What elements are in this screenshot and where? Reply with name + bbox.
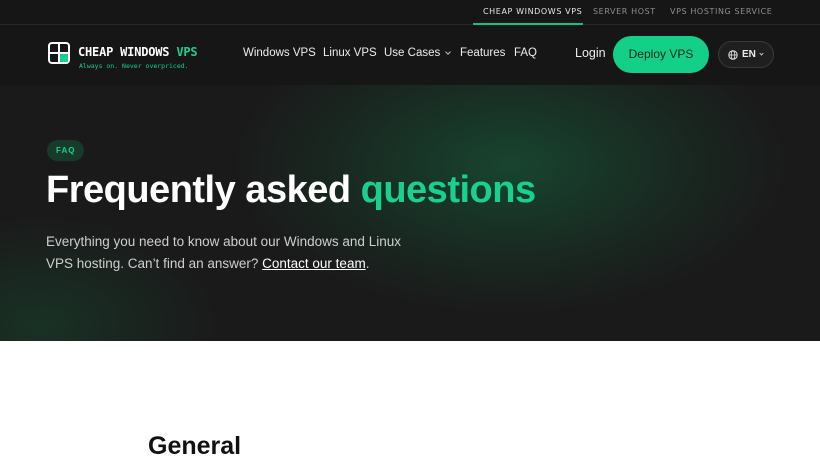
contact-team-link[interactable]: Contact our team bbox=[262, 256, 366, 271]
page-title-accent: questions bbox=[360, 169, 536, 211]
login-link[interactable]: Login bbox=[575, 46, 606, 60]
topbar-link-server-host[interactable]: SERVER HOST bbox=[593, 0, 656, 24]
logo-name-main: CHEAP WINDOWS bbox=[78, 45, 170, 59]
faq-badge: FAQ bbox=[47, 140, 85, 161]
hero-description-end: . bbox=[365, 256, 370, 271]
nav-faq[interactable]: FAQ bbox=[514, 47, 537, 59]
deploy-vps-button[interactable]: Deploy VPS bbox=[613, 36, 709, 73]
nav-use-cases[interactable]: Use Cases bbox=[384, 47, 452, 59]
topbar-link-vps-hosting-service[interactable]: VPS HOSTING SERVICE bbox=[670, 0, 772, 24]
logo-wordmark[interactable]: CHEAP WINDOWS VPS bbox=[78, 45, 198, 59]
hero-description: Everything you need to know about our Wi… bbox=[46, 231, 416, 275]
page-title-main: Frequently asked bbox=[46, 169, 351, 211]
windows-grid-icon[interactable] bbox=[48, 42, 70, 64]
hero-section: FAQ Frequently asked questions Everythin… bbox=[0, 85, 820, 341]
nav-use-cases-label: Use Cases bbox=[384, 47, 441, 59]
chevron-down-icon bbox=[759, 51, 764, 56]
top-utility-bar: CHEAP WINDOWS VPS SERVER HOST VPS HOSTIN… bbox=[0, 0, 820, 25]
language-selector[interactable]: EN bbox=[718, 41, 774, 68]
nav-features[interactable]: Features bbox=[460, 47, 505, 59]
nav-windows-vps[interactable]: Windows VPS bbox=[243, 47, 316, 59]
nav-linux-vps[interactable]: Linux VPS bbox=[323, 47, 377, 59]
section-title-general: General bbox=[148, 432, 242, 460]
language-label: EN bbox=[742, 49, 756, 60]
site-header: CHEAP WINDOWS VPS Always on. Never overp… bbox=[0, 25, 820, 85]
logo-name-accent: VPS bbox=[176, 45, 198, 59]
page-title: Frequently asked questions bbox=[46, 169, 536, 212]
chevron-down-icon bbox=[445, 49, 452, 55]
logo-tagline: Always on. Never overpriced. bbox=[79, 62, 189, 70]
globe-icon bbox=[728, 50, 738, 60]
topbar-link-cheap-windows-vps[interactable]: CHEAP WINDOWS VPS bbox=[483, 0, 582, 24]
